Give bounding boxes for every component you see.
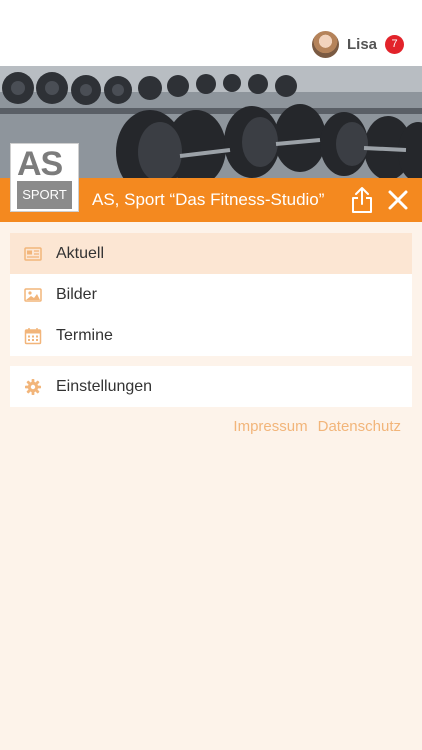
studio-title: AS, Sport “Das Fitness-Studio” [92,190,325,209]
menu-item-einstellungen[interactable]: Einstellungen [10,366,412,407]
notification-badge[interactable]: 7 [385,34,404,54]
datenschutz-link[interactable]: Datenschutz [318,418,401,435]
user-avatar[interactable] [311,30,339,58]
gear-icon [25,378,41,395]
close-icon[interactable] [386,188,410,212]
studio-logo: AS SPORT [10,143,79,212]
menu-item-aktuell[interactable]: Aktuell [10,233,412,274]
user-name[interactable]: Lisa [347,36,377,53]
calendar-icon [24,327,42,344]
menu-item-label: Bilder [56,285,97,303]
footer-links: Impressum Datenschutz [233,418,401,435]
news-icon [24,246,42,261]
logo-text-sport: SPORT [17,181,72,209]
share-icon[interactable] [350,186,374,214]
logo-text-as: AS [17,145,63,183]
impressum-link[interactable]: Impressum [233,418,307,435]
menu-item-bilder[interactable]: Bilder [10,274,412,315]
user-profile[interactable]: Lisa 7 [311,29,404,59]
top-bar: Lisa 7 [0,0,422,66]
menu-item-label: Aktuell [56,244,105,262]
settings-menu: Einstellungen [10,366,412,407]
menu-item-label: Einstellungen [56,377,153,395]
menu-item-label: Termine [56,326,113,344]
main-menu: Aktuell Bilder Termine [10,233,412,356]
image-icon [24,287,42,302]
menu-item-termine[interactable]: Termine [10,315,412,356]
